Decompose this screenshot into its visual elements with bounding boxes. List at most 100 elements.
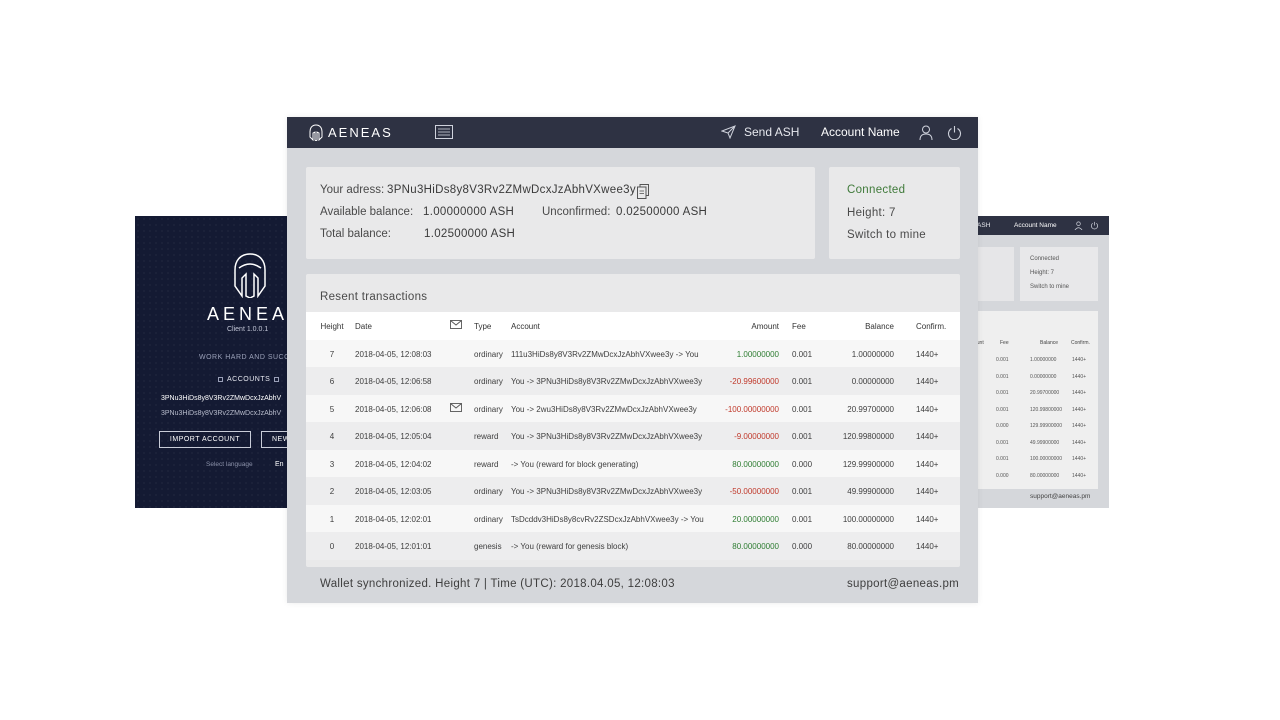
wallet-address[interactable]: 3PNu3HiDs8y8V3Rv2ZMwDcxJzAbhVXwee3y — [387, 184, 636, 196]
mini-cell-confirm: 1440+ — [1072, 472, 1087, 479]
header-confirm[interactable]: Confirm. — [916, 322, 946, 331]
table-row[interactable]: 4 2018-04-05, 12:05:04 reward You -> 3PNu3H… — [306, 422, 960, 450]
header-date[interactable]: Date — [355, 322, 372, 331]
mini-cell-confirm: 1440+ — [1072, 390, 1087, 396]
cell-amount: -9.00000000 — [734, 432, 779, 441]
cell-confirm: 1440+ — [916, 377, 939, 386]
mini-cell-confirm: 1440+ — [1072, 357, 1087, 363]
cell-confirm: 1440+ — [916, 432, 939, 441]
cell-type: ordinary — [474, 487, 503, 496]
mini-wallet-card — [972, 247, 1014, 301]
switch-to-mine-link[interactable]: Switch to mine — [847, 229, 926, 241]
mini-cell-balance: 0.00000000 — [1030, 373, 1057, 380]
keyboard-icon[interactable] — [435, 125, 453, 139]
cell-confirm: 1440+ — [916, 514, 939, 524]
mini-connected: Connected — [1030, 256, 1060, 262]
mini-header-confirm: Confirm. — [1071, 340, 1090, 346]
language-select[interactable]: En — [275, 461, 284, 468]
table-row[interactable]: 7 2018-04-05, 12:08:03 ordinary 111u3HiDs8y… — [306, 339, 960, 367]
cell-confirm: 1440+ — [916, 459, 939, 469]
connection-status: Connected — [847, 184, 906, 196]
cell-amount: 20.00000000 — [732, 514, 779, 524]
cell-account: You -> 3PNu3HiDs8y8V3Rv2ZMwDcxJzAbhVXwee… — [511, 377, 703, 386]
table-row[interactable]: 0 2018-04-05, 12:01:01 genesis -> You (rewa… — [306, 532, 960, 560]
cell-confirm: 1440+ — [916, 487, 939, 496]
accounts-tab[interactable]: ACCOUNTS — [218, 376, 280, 383]
cell-account: You -> 2wu3HiDs8y8V3Rv2ZMwDcxJzAbhVXwee3… — [511, 404, 697, 414]
transactions-table: Height Date Type Account Amount Fee Bala… — [306, 312, 960, 560]
power-icon[interactable] — [1090, 221, 1099, 230]
support-email-link[interactable]: support@aeneas.pm — [847, 578, 959, 590]
mini-account-name[interactable]: Account Name — [1014, 222, 1057, 229]
cell-type: ordinary — [474, 404, 503, 414]
cell-fee: 0.001 — [792, 377, 813, 386]
cell-height: 3 — [329, 459, 335, 469]
cell-type: ordinary — [474, 349, 503, 359]
mini-cell-fee: 0.000 — [996, 472, 1009, 479]
main-wallet-window: AENEAS Send ASH Account Name Your adress… — [287, 117, 978, 603]
accounts-square-icon — [218, 377, 223, 382]
cell-type: genesis — [474, 542, 502, 551]
cell-balance: 129.99900000 — [842, 459, 894, 469]
header-amount[interactable]: Amount — [751, 322, 779, 331]
table-row[interactable]: 6 2018-04-05, 12:06:58 ordinary You -> 3PNu… — [306, 367, 960, 395]
cell-amount: 1.00000000 — [736, 349, 779, 359]
header-height[interactable]: Height — [319, 322, 345, 331]
header-message-icon — [450, 320, 462, 331]
cell-balance: 120.99800000 — [842, 432, 894, 441]
cell-amount: 80.00000000 — [732, 459, 779, 469]
wallet-summary-card: Your adress: 3PNu3HiDs8y8V3Rv2ZMwDcxJzAb… — [306, 167, 815, 259]
paper-plane-icon[interactable] — [721, 125, 736, 139]
mini-cell-balance: 100.00000000 — [1030, 456, 1062, 462]
header-type[interactable]: Type — [474, 322, 491, 331]
table-row[interactable]: 1 2018-04-05, 12:02:01 ordinary TsDcddv3HiD… — [306, 504, 960, 532]
user-icon[interactable] — [1074, 221, 1083, 230]
cell-type: ordinary — [474, 514, 503, 524]
unconfirmed-label: Unconfirmed: — [542, 206, 611, 218]
table-row[interactable]: 3 2018-04-05, 12:04:02 reward -> You (rewar… — [306, 449, 960, 477]
cell-account: TsDcddv3HiDs8y8cvRv2ZSDcxJzAbhVXwee3y ->… — [511, 514, 704, 524]
mini-support-email[interactable]: support@aeneas.pm — [1030, 493, 1090, 500]
mini-cell-balance: 49.99900000 — [1030, 439, 1060, 446]
table-row[interactable]: 2 2018-04-05, 12:03:05 ordinary You -> 3PNu… — [306, 477, 960, 505]
mini-status-card: Connected Height: 7 Switch to mine — [1020, 247, 1098, 301]
cell-balance: 1.00000000 — [851, 349, 894, 359]
connection-status-card: Connected Height: 7 Switch to mine — [829, 167, 960, 259]
power-icon[interactable] — [947, 125, 962, 140]
transactions-card: Resent transactions Height Date Type Acc… — [306, 274, 960, 567]
copy-icon[interactable] — [637, 184, 649, 199]
accounts-square-icon — [274, 377, 280, 382]
available-balance-label: Available balance: — [320, 206, 414, 218]
login-version: Client 1.0.0.1 — [227, 326, 269, 333]
mini-header-fee: Fee — [1000, 340, 1009, 346]
screenshot-stage: AENEAS Client 1.0.0.1 WORK HARD AND SUCC… — [0, 0, 1280, 720]
cell-account: You -> 3PNu3HiDs8y8V3Rv2ZMwDcxJzAbhVXwee… — [511, 432, 703, 441]
cell-date: 2018-04-05, 12:05:04 — [355, 432, 432, 441]
table-row[interactable]: 5 2018-04-05, 12:06:08 ordinary You -> 2wu3… — [306, 394, 960, 422]
mini-cell-confirm: 1440+ — [1072, 373, 1087, 380]
cell-date: 2018-04-05, 12:01:01 — [355, 542, 432, 551]
header-balance[interactable]: Balance — [865, 322, 894, 331]
send-ash-button[interactable]: Send ASH — [744, 125, 799, 139]
cell-account: You -> 3PNu3HiDs8y8V3Rv2ZMwDcxJzAbhVXwee… — [511, 487, 703, 496]
cell-amount: 80.00000000 — [732, 542, 779, 551]
account-name-menu[interactable]: Account Name — [821, 125, 900, 139]
cell-fee: 0.000 — [792, 459, 813, 469]
message-envelope-icon[interactable] — [450, 402, 462, 414]
cell-fee: 0.000 — [792, 542, 813, 551]
account-address-item[interactable]: 3PNu3HiDs8y8V3Rv2ZMwDcxJzAbhV — [161, 410, 281, 417]
login-tagline: WORK HARD AND SUCC — [199, 354, 290, 361]
cell-account: -> You (reward for genesis block) — [511, 542, 629, 551]
header-fee[interactable]: Fee — [792, 322, 806, 331]
account-address-item[interactable]: 3PNu3HiDs8y8V3Rv2ZMwDcxJzAbhV — [161, 395, 281, 402]
import-account-button[interactable]: IMPORT ACCOUNT — [159, 431, 251, 448]
mini-switch[interactable]: Switch to mine — [1030, 284, 1069, 290]
user-icon[interactable] — [919, 125, 933, 140]
header-account[interactable]: Account — [511, 322, 540, 331]
mini-cell-balance: 120.99800000 — [1030, 406, 1062, 413]
cell-type: ordinary — [474, 377, 503, 386]
cell-balance: 80.00000000 — [847, 542, 894, 551]
cell-amount: -20.99600000 — [729, 377, 779, 386]
cell-date: 2018-04-05, 12:06:58 — [355, 377, 432, 386]
mini-cell-confirm: 1440+ — [1072, 439, 1087, 446]
